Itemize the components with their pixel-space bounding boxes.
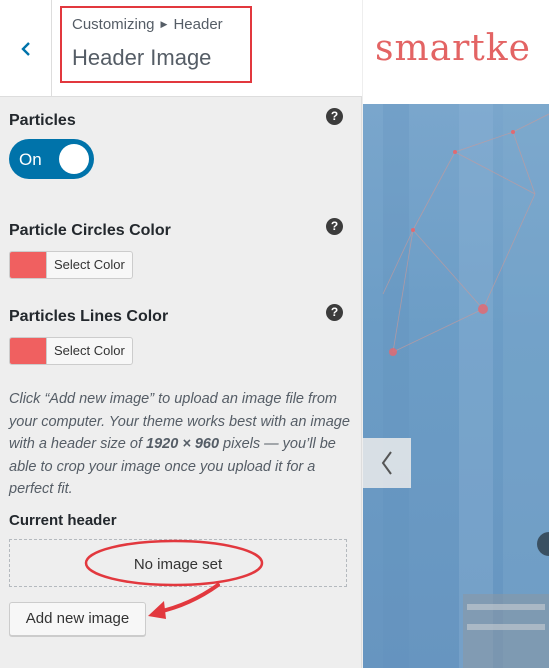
- customizer-sidebar: Customizing ▶ Header Header Image Particle…: [0, 0, 362, 668]
- chevron-left-icon: [20, 41, 30, 56]
- slider-prev-icon: [381, 451, 392, 475]
- site-header: smartke: [363, 0, 549, 104]
- particles-label: Particles: [9, 112, 76, 129]
- circles-color-label: Particle Circles Color: [9, 222, 171, 239]
- circles-color-button-label: Select Color: [54, 257, 125, 272]
- lines-color-swatch: [10, 338, 47, 364]
- section-title-highlight: Customizing ▶ Header Header Image: [60, 6, 252, 83]
- slider-prev-button[interactable]: [363, 438, 411, 488]
- hero-background-image: [382, 104, 549, 668]
- breadcrumb-separator-icon: ▶: [160, 19, 168, 29]
- section-title: Header Image: [72, 45, 212, 70]
- toggle-state-label: On: [19, 150, 42, 169]
- no-image-text: No image set: [133, 556, 223, 573]
- breadcrumb: Customizing ▶ Header: [72, 16, 223, 33]
- site-title[interactable]: smartke: [375, 28, 531, 69]
- lines-color-help-icon[interactable]: ?: [326, 304, 343, 321]
- back-button[interactable]: [0, 0, 52, 97]
- lines-color-button-label: Select Color: [54, 343, 125, 358]
- site-preview: smartke: [363, 0, 549, 668]
- lines-color-label: Particles Lines Color: [9, 308, 169, 325]
- circles-color-swatch: [10, 252, 47, 278]
- circles-color-button[interactable]: Select Color: [9, 251, 133, 279]
- circles-color-help-icon[interactable]: ?: [326, 218, 343, 235]
- particles-help-icon[interactable]: ?: [326, 108, 343, 125]
- hero-banner: [363, 104, 549, 668]
- toggle-knob: [59, 144, 89, 174]
- particles-toggle[interactable]: On: [9, 139, 94, 179]
- breadcrumb-parent: Customizing: [72, 16, 155, 33]
- description-size: 1920 × 960: [146, 436, 220, 452]
- current-header-label: Current header: [9, 512, 117, 529]
- header-image-description: Click “Add new image” to upload an image…: [9, 388, 354, 501]
- add-new-image-button[interactable]: Add new image: [9, 602, 146, 636]
- lines-color-button[interactable]: Select Color: [9, 337, 133, 365]
- current-header-placeholder: No image set: [9, 539, 347, 587]
- customizer-header: Customizing ▶ Header Header Image: [0, 0, 362, 97]
- breadcrumb-section: Header: [173, 16, 223, 33]
